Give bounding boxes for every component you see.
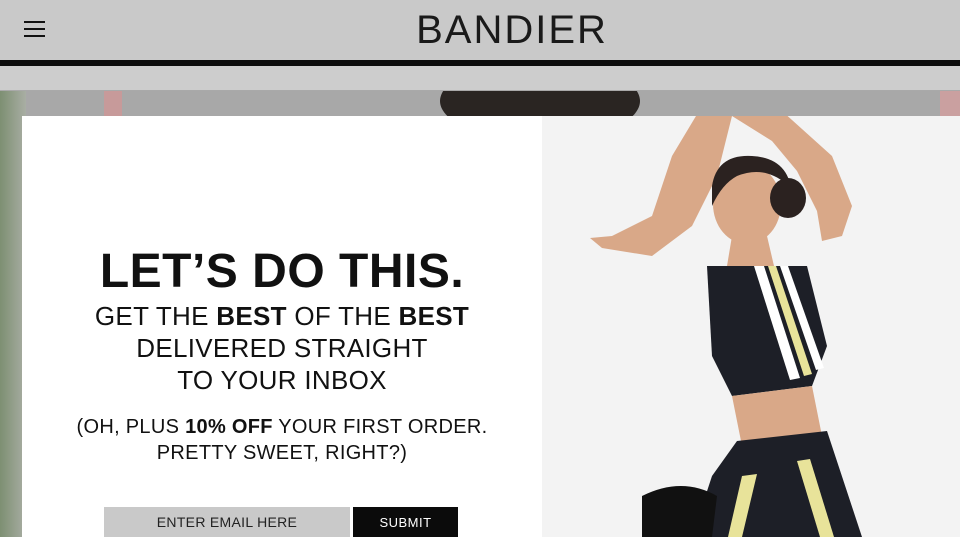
subheading-bold: BEST: [216, 301, 287, 331]
subheading-text: GET THE: [94, 301, 217, 331]
hamburger-menu-icon[interactable]: [24, 21, 45, 38]
subheading-text: OF THE: [286, 301, 399, 331]
sub-navigation-bar: [0, 66, 960, 91]
subheading-line-1: GET THE BEST OF THE BEST: [22, 300, 542, 332]
submit-button[interactable]: SUBMIT: [353, 507, 458, 537]
email-signup-form: SUBMIT: [104, 507, 458, 537]
offer-text: YOUR FIRST ORDER.: [272, 416, 488, 438]
site-header: BANDIER: [0, 0, 960, 60]
offer-line-1: (OH, PLUS 10% OFF YOUR FIRST ORDER.: [22, 414, 542, 440]
subheading-bold: BEST: [398, 301, 470, 331]
athlete-model-illustration: [590, 116, 862, 537]
subheading-line-2: DELIVERED STRAIGHT: [136, 333, 428, 363]
modal-text-panel: LET’S DO THIS. GET THE BEST OF THE BEST …: [22, 116, 542, 537]
model-photo: [542, 116, 960, 537]
newsletter-signup-modal: LET’S DO THIS. GET THE BEST OF THE BEST …: [22, 116, 960, 537]
brand-logo[interactable]: BANDIER: [400, 6, 624, 54]
offer-discount: 10% OFF: [185, 416, 273, 438]
modal-subheading: GET THE BEST OF THE BEST DELIVERED STRAI…: [22, 300, 542, 396]
offer-text: (OH, PLUS: [76, 416, 186, 438]
modal-headline: LET’S DO THIS.: [99, 245, 465, 298]
offer-line-2: PRETTY SWEET, RIGHT?): [156, 442, 408, 464]
email-input[interactable]: [104, 507, 350, 537]
subheading-line-3: TO YOUR INBOX: [177, 365, 387, 395]
discount-offer-text: (OH, PLUS 10% OFF YOUR FIRST ORDER. PRET…: [22, 414, 542, 466]
